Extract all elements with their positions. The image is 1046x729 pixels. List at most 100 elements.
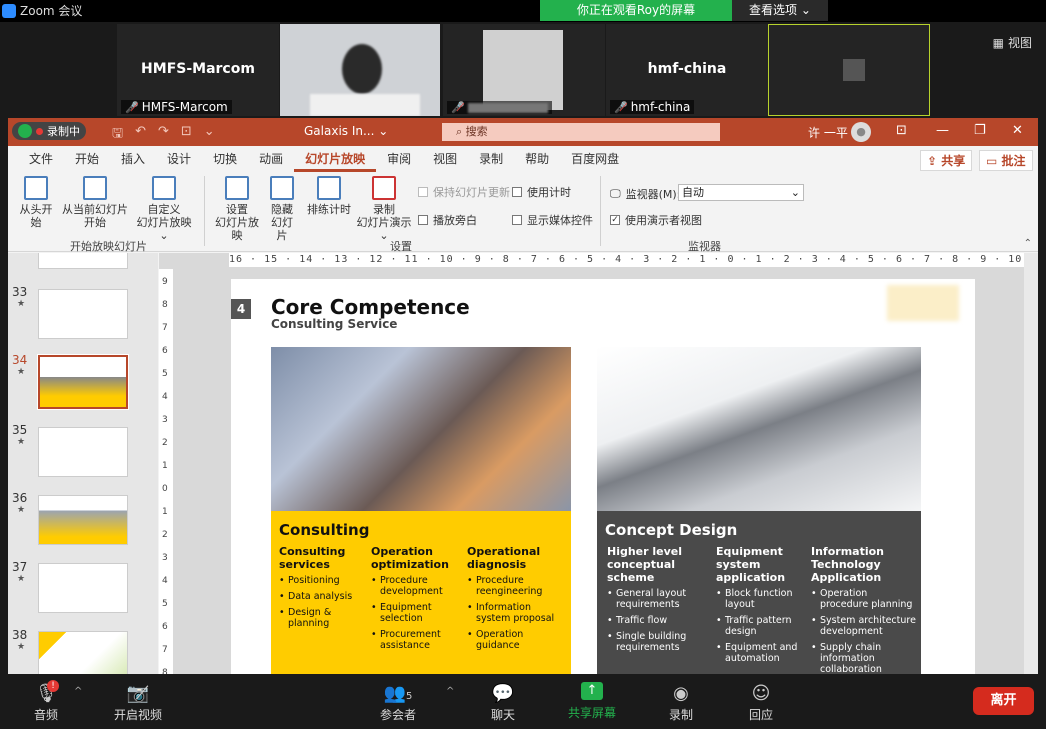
user-avatar[interactable]: ● xyxy=(851,122,871,142)
slide-thumbnail[interactable] xyxy=(38,495,128,545)
setup-slideshow-button[interactable]: 设置 幻灯片放映 xyxy=(210,176,264,242)
share-banner: 你正在观看Roy的屏幕 xyxy=(540,0,732,21)
slide-thumbnail[interactable] xyxy=(38,427,128,477)
user-name[interactable]: 许 一平 xyxy=(808,124,848,141)
tab-home[interactable]: 开始 xyxy=(64,146,110,172)
powerpoint-window: 录制中 🖫 ↶ ↷ ⊡ ⌄ Galaxis In... ⌄ ⌕ 搜索 许 一平 … xyxy=(8,118,1038,674)
minimize-icon[interactable]: — xyxy=(936,123,949,138)
customize-icon[interactable]: ⌄ xyxy=(204,124,215,146)
ruler-tick-label: 4 xyxy=(162,576,168,586)
play-narration-checkbox[interactable]: 播放旁白 xyxy=(418,212,477,228)
save-icon[interactable]: 🖫 xyxy=(112,124,123,146)
tab-slideshow[interactable]: 幻灯片放映 xyxy=(294,146,377,172)
keep-updated-checkbox[interactable]: 保持幻灯片更新 xyxy=(418,184,510,200)
monitor-select[interactable]: 自动 ⌄ xyxy=(678,184,804,201)
consulting-photo xyxy=(271,347,571,511)
ribbon-display-icon[interactable]: ⊡ xyxy=(896,123,907,138)
rehearse-timings-button[interactable]: 排练计时 xyxy=(306,176,352,216)
from-current-button[interactable]: 从当前幻灯片 开始 xyxy=(60,176,130,229)
tab-insert[interactable]: 插入 xyxy=(110,146,156,172)
search-box[interactable]: ⌕ 搜索 xyxy=(442,123,720,141)
audio-options-caret[interactable]: ^ xyxy=(74,686,82,697)
app-title: Zoom 会议 xyxy=(20,4,83,18)
from-beginning-button[interactable]: 从头开始 xyxy=(16,176,56,229)
participant-tile[interactable]: 🎤̸ xyxy=(443,24,605,116)
tab-view[interactable]: 视图 xyxy=(422,146,468,172)
use-timings-checkbox[interactable]: 使用计时 xyxy=(512,184,571,200)
participants-icon: 👥5 xyxy=(383,683,413,704)
comments-button[interactable]: ▭ 批注 xyxy=(979,150,1033,171)
tab-animations[interactable]: 动画 xyxy=(248,146,294,172)
ruler-tick-label: 5 xyxy=(162,369,168,379)
present-icon[interactable]: ⊡ xyxy=(181,124,192,146)
participant-avatar xyxy=(843,59,865,81)
hide-slide-button[interactable]: 隐藏 幻灯片 xyxy=(266,176,298,242)
custom-show-icon xyxy=(152,176,176,200)
media-controls-checkbox[interactable]: 显示媒体控件 xyxy=(512,212,593,228)
participant-tile[interactable]: HMFS-Marcom 🎤̸ HMFS-Marcom xyxy=(117,24,279,116)
participant-tile[interactable] xyxy=(280,24,440,116)
tab-review[interactable]: 审阅 xyxy=(376,146,422,172)
ruler-tick-label: 7 xyxy=(162,323,168,333)
mic-muted-icon: 🎤̸ xyxy=(614,100,628,114)
presenter-view-checkbox[interactable]: ✓ 使用演示者视图 xyxy=(610,212,702,228)
slide-thumbnail[interactable] xyxy=(38,563,128,613)
leave-button[interactable]: 离开 xyxy=(973,687,1034,715)
participant-tile-active[interactable] xyxy=(768,24,930,116)
tab-record[interactable]: 录制 xyxy=(468,146,514,172)
chat-button[interactable]: 💬 聊天 xyxy=(488,682,518,723)
redo-icon[interactable]: ↷ xyxy=(158,124,169,146)
ruler-tick-label: 6 xyxy=(162,622,168,632)
concept-column: Equipment system application Block funct… xyxy=(716,545,808,669)
document-title[interactable]: Galaxis In... ⌄ xyxy=(304,124,388,138)
editor-scrollbar[interactable] xyxy=(1024,253,1038,674)
ruler-tick-label: 1 xyxy=(162,507,168,517)
slide-thumbnail[interactable] xyxy=(38,289,128,339)
ruler-tick-label: 7 xyxy=(162,645,168,655)
participants-button[interactable]: 👥5 参会者 xyxy=(376,682,420,723)
participants-options-caret[interactable]: ^ xyxy=(446,686,454,697)
slide-number: 4 xyxy=(231,299,251,319)
mic-muted-icon: 🎤̸ xyxy=(451,101,465,114)
ruler-tick-label: 0 xyxy=(162,484,168,494)
tab-file[interactable]: 文件 xyxy=(18,146,64,172)
chat-icon: 💬 xyxy=(491,683,515,704)
concept-design-box: Concept Design Higher level conceptual s… xyxy=(597,511,921,674)
restore-icon[interactable]: ❐ xyxy=(974,123,986,138)
slide-thumbnail-selected[interactable] xyxy=(37,354,129,410)
consulting-heading: Consulting xyxy=(279,521,370,539)
record-button[interactable]: ◉ 录制 xyxy=(666,682,696,723)
ribbon: 从头开始 从当前幻灯片 开始 自定义 幻灯片放映 ⌄ 开始放映幻灯片 设置 幻灯片放映… xyxy=(8,172,1038,253)
tab-baidu-pan[interactable]: 百度网盘 xyxy=(560,146,630,172)
view-options-button[interactable]: 查看选项 ⌄ xyxy=(732,0,828,21)
video-off-icon: 📷̸ xyxy=(126,683,150,704)
view-button[interactable]: ▦ 视图 xyxy=(993,34,1032,51)
share-button[interactable]: ⇪ 共享 xyxy=(920,150,973,171)
zoom-logo-icon xyxy=(2,3,16,18)
slide-thumbnail[interactable] xyxy=(38,253,128,269)
vertical-ruler: 987654321012345678 xyxy=(159,269,173,674)
hide-slide-icon xyxy=(270,176,294,200)
undo-icon[interactable]: ↶ xyxy=(135,124,146,146)
slide-canvas[interactable]: 4 Core Competence Consulting Service Con… xyxy=(231,279,975,674)
reactions-button[interactable]: ☺ 回应 xyxy=(746,682,776,723)
share-screen-button[interactable]: ↑ 共享屏幕 xyxy=(566,682,618,721)
participant-tile[interactable]: hmf-china 🎤̸ hmf-china xyxy=(606,24,768,116)
tab-help[interactable]: 帮助 xyxy=(514,146,560,172)
logo-blurred xyxy=(887,285,959,321)
consulting-column: Operational diagnosis Procedure reengine… xyxy=(467,545,559,656)
start-video-button[interactable]: 📷̸ 开启视频 xyxy=(112,682,164,723)
collapse-ribbon-icon[interactable]: ⌃ xyxy=(1024,238,1032,249)
thumbnail-scrollbar[interactable] xyxy=(144,254,158,674)
custom-show-button[interactable]: 自定义 幻灯片放映 ⌄ xyxy=(132,176,196,242)
menu-tabs: 文件 开始 插入 设计 切换 动画 幻灯片放映 审阅 视图 录制 帮助 百度网盘 xyxy=(8,146,1038,172)
emoji-icon: ☺ xyxy=(751,683,771,704)
record-slideshow-button[interactable]: 录制 幻灯片演示 ⌄ xyxy=(354,176,414,242)
close-icon[interactable]: ✕ xyxy=(1012,123,1023,138)
play-slide-icon xyxy=(24,176,48,200)
setup-icon xyxy=(225,176,249,200)
tab-design[interactable]: 设计 xyxy=(156,146,202,172)
tab-transitions[interactable]: 切换 xyxy=(202,146,248,172)
slide-thumbnail[interactable] xyxy=(38,631,128,674)
warehouse-photo xyxy=(597,347,921,511)
